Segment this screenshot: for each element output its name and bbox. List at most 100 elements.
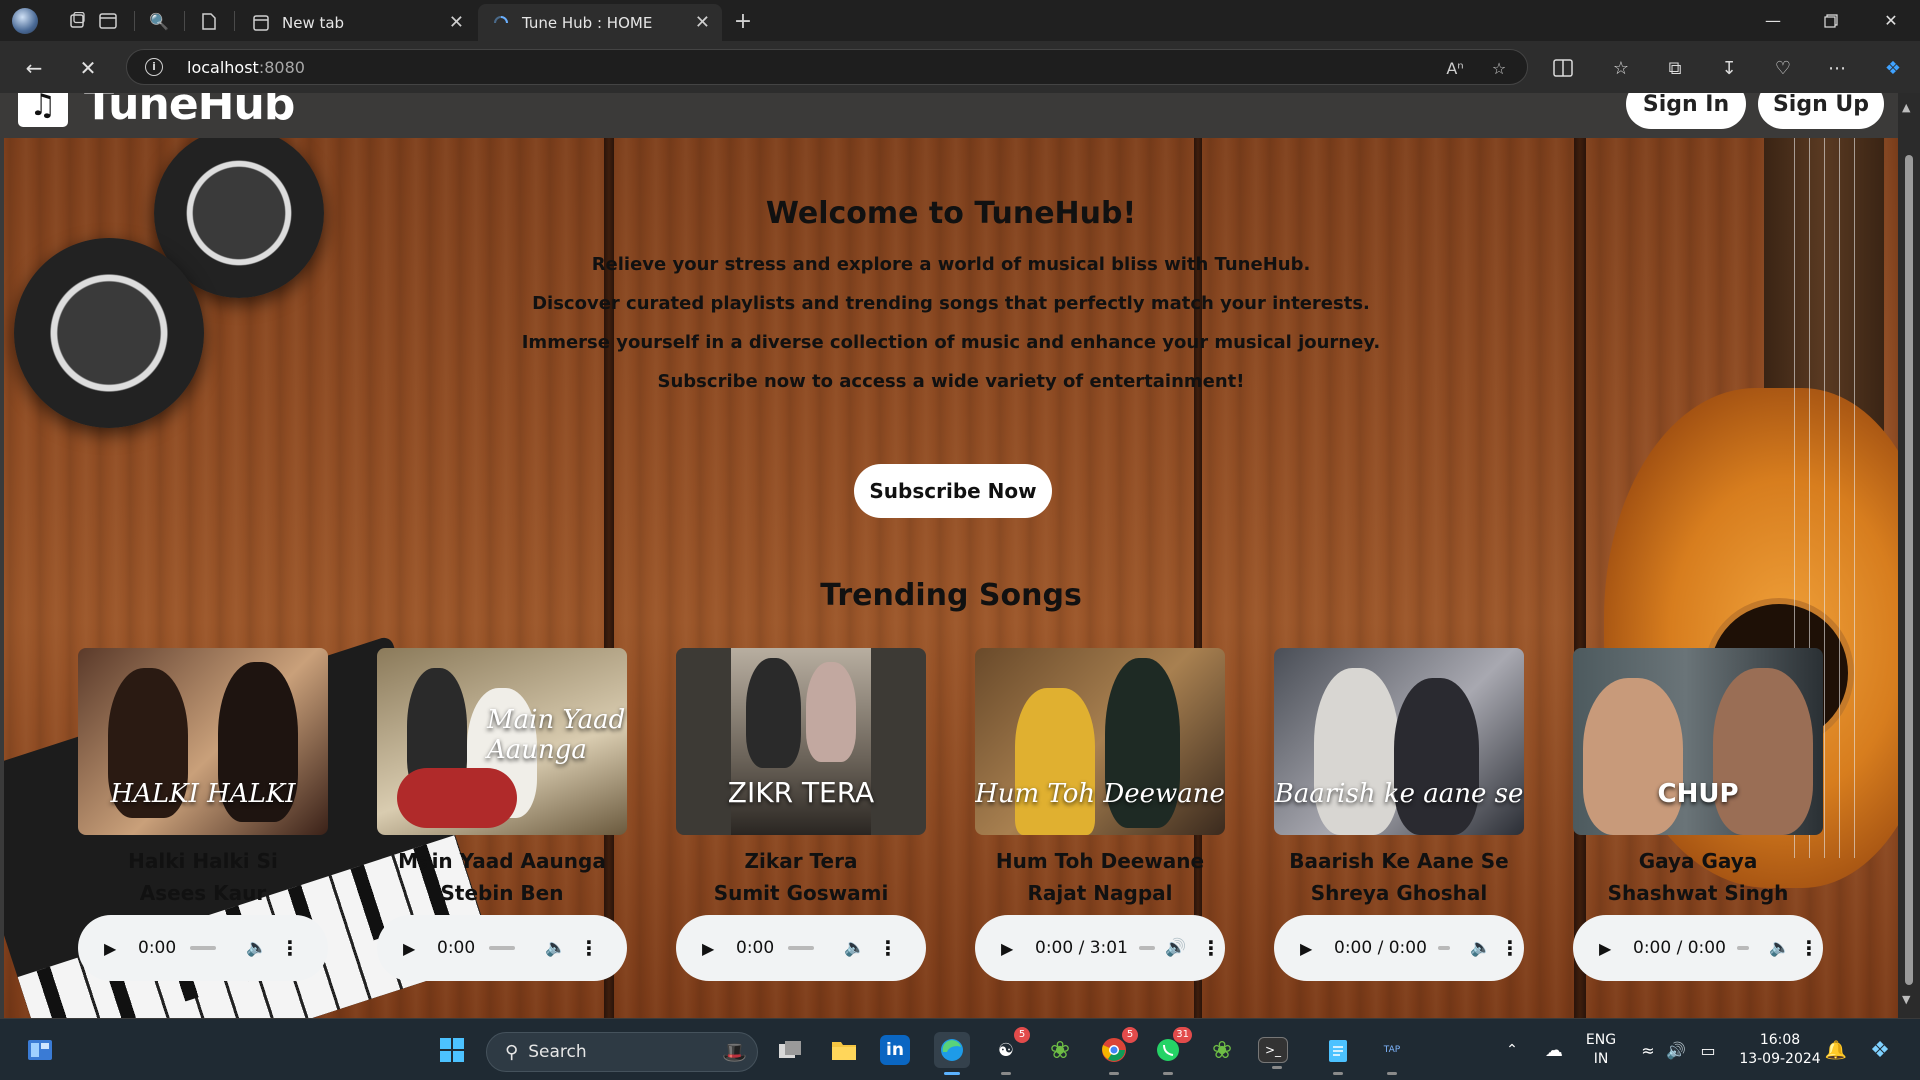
spring-tool-icon[interactable]: ❀ bbox=[1042, 1032, 1078, 1068]
subscribe-now-button[interactable]: Subscribe Now bbox=[854, 464, 1052, 518]
battery-icon[interactable]: ▭ bbox=[1690, 1032, 1726, 1068]
restore-button[interactable] bbox=[1802, 0, 1860, 41]
stop-loading-icon[interactable]: ✕ bbox=[72, 52, 104, 84]
cover-caption: Hum Toh Deewane bbox=[975, 779, 1225, 809]
show-hidden-icons-chevron-icon[interactable]: ⌃ bbox=[1494, 1032, 1530, 1068]
downloads-icon[interactable]: ↧ bbox=[1714, 53, 1744, 83]
collections-icon[interactable]: ⧉ bbox=[1660, 53, 1690, 83]
more-menu-icon[interactable]: ⋯ bbox=[1822, 53, 1852, 83]
volume-icon[interactable]: 🔈 bbox=[246, 938, 267, 958]
more-options-icon[interactable]: ⋮ bbox=[1201, 936, 1221, 960]
scrollbar-thumb[interactable] bbox=[1905, 155, 1913, 985]
language-indicator[interactable]: ENG IN bbox=[1584, 1031, 1618, 1069]
taskbar-search-label: Search bbox=[528, 1042, 587, 1062]
tab-new-tab[interactable]: New tab ✕ bbox=[238, 4, 476, 41]
whatsapp-icon[interactable]: 31 bbox=[1150, 1027, 1192, 1075]
progress-bar[interactable] bbox=[1438, 946, 1450, 950]
favorite-star-icon[interactable]: ☆ bbox=[1487, 56, 1511, 80]
file-explorer-icon[interactable] bbox=[826, 1032, 862, 1068]
progress-bar[interactable] bbox=[1737, 946, 1749, 950]
search-tab-icon[interactable]: 🔍 bbox=[146, 8, 172, 34]
cover-caption: Main Yaad Aaunga bbox=[487, 705, 626, 765]
sign-in-button[interactable]: Sign In bbox=[1626, 93, 1746, 129]
scroll-up-icon[interactable]: ▲ bbox=[1902, 101, 1910, 114]
vertical-tabs-icon[interactable] bbox=[95, 8, 121, 34]
close-tab-icon[interactable]: ✕ bbox=[695, 12, 710, 33]
site-logo[interactable]: TuneHub bbox=[84, 93, 295, 130]
player-time: 0:00 / 0:00 bbox=[1633, 938, 1726, 958]
player-time: 0:00 / 3:01 bbox=[1035, 938, 1128, 958]
favorites-icon[interactable]: ☆ bbox=[1606, 53, 1636, 83]
volume-icon[interactable]: 🔈 bbox=[545, 938, 566, 958]
play-icon[interactable]: ▶ bbox=[702, 939, 714, 958]
chrome-icon[interactable]: 5 bbox=[1096, 1027, 1138, 1075]
new-tab-plus-icon[interactable]: + bbox=[730, 8, 756, 34]
cover-caption: CHUP bbox=[1657, 779, 1739, 809]
more-options-icon[interactable]: ⋮ bbox=[1500, 936, 1520, 960]
close-window-button[interactable]: ✕ bbox=[1862, 0, 1920, 41]
volume-icon[interactable]: 🔈 bbox=[1470, 938, 1491, 958]
play-icon[interactable]: ▶ bbox=[1001, 939, 1013, 958]
terminal-icon[interactable]: >_ bbox=[1258, 1037, 1288, 1069]
read-aloud-icon[interactable]: Aⁿ bbox=[1443, 56, 1467, 80]
song-artist: Rajat Nagpal bbox=[1027, 881, 1173, 905]
more-options-icon[interactable]: ⋮ bbox=[579, 936, 599, 960]
volume-icon[interactable]: 🔊 bbox=[1165, 938, 1186, 958]
split-screen-icon[interactable] bbox=[1548, 53, 1578, 83]
more-options-icon[interactable]: ⋮ bbox=[280, 936, 300, 960]
browser-essentials-icon[interactable]: ♡ bbox=[1768, 53, 1798, 83]
minimize-button[interactable]: — bbox=[1744, 0, 1802, 41]
progress-bar[interactable] bbox=[489, 946, 515, 950]
linkedin-icon[interactable]: in bbox=[880, 1035, 910, 1065]
music-note-logo-icon: ♫ bbox=[18, 93, 68, 127]
github-copilot-icon[interactable]: ☯ 5 bbox=[988, 1027, 1030, 1075]
song-card: Baarish ke aane se Baarish Ke Aane Se Sh… bbox=[1274, 648, 1524, 981]
taskbar-search[interactable]: ⚲ Search 🎩 bbox=[486, 1032, 758, 1072]
volume-icon[interactable]: 🔈 bbox=[844, 938, 865, 958]
cover-caption: Baarish ke aane se bbox=[1274, 779, 1524, 809]
notification-bell-icon[interactable]: 🔔 bbox=[1818, 1032, 1854, 1068]
play-icon[interactable]: ▶ bbox=[104, 939, 116, 958]
song-cover-image: Main Yaad Aaunga bbox=[377, 648, 627, 835]
copilot-icon[interactable]: ❖ bbox=[1878, 53, 1908, 83]
tab-tune-hub[interactable]: Tune Hub : HOME ✕ bbox=[478, 4, 722, 41]
page-tab-icon[interactable] bbox=[196, 8, 222, 34]
tab-label: New tab bbox=[282, 13, 345, 32]
app-tap-icon[interactable]: TAP bbox=[1374, 1032, 1410, 1075]
play-icon[interactable]: ▶ bbox=[403, 939, 415, 958]
progress-bar[interactable] bbox=[190, 946, 216, 950]
audio-player: ▶ 0:00 🔈 ⋮ bbox=[377, 915, 627, 981]
volume-icon[interactable]: 🔈 bbox=[1769, 938, 1790, 958]
address-bar[interactable]: i localhost:8080 Aⁿ ☆ bbox=[126, 49, 1528, 85]
clock[interactable]: 16:08 13-09-2024 bbox=[1732, 1031, 1828, 1069]
windows-start-icon[interactable] bbox=[434, 1032, 470, 1068]
url-text[interactable]: localhost:8080 bbox=[187, 58, 305, 77]
progress-bar[interactable] bbox=[788, 946, 814, 950]
sign-up-button[interactable]: Sign Up bbox=[1758, 93, 1884, 129]
intro-line: Relieve your stress and explore a world … bbox=[591, 254, 1311, 275]
play-icon[interactable]: ▶ bbox=[1599, 939, 1611, 958]
song-cover-image: CHUP bbox=[1573, 648, 1823, 835]
progress-bar[interactable] bbox=[1139, 946, 1155, 950]
site-info-icon[interactable]: i bbox=[145, 58, 163, 76]
more-options-icon[interactable]: ⋮ bbox=[878, 936, 898, 960]
page-scrollbar[interactable]: ▲ ▼ bbox=[1898, 93, 1920, 1018]
profile-avatar[interactable] bbox=[12, 8, 38, 34]
copilot-taskbar-icon[interactable]: ❖ bbox=[1862, 1032, 1898, 1068]
widgets-icon[interactable] bbox=[22, 1032, 58, 1068]
workspaces-icon[interactable] bbox=[64, 8, 90, 34]
more-options-icon[interactable]: ⋮ bbox=[1799, 936, 1819, 960]
song-card: Main Yaad Aaunga Main Yaad Aaunga Stebin… bbox=[377, 648, 627, 981]
close-tab-icon[interactable]: ✕ bbox=[449, 12, 464, 33]
new-tab-icon bbox=[252, 14, 270, 32]
speaker-volume-icon[interactable]: 🔊 bbox=[1658, 1032, 1694, 1068]
task-view-icon[interactable] bbox=[772, 1032, 808, 1068]
spring-tool-2-icon[interactable]: ❀ bbox=[1204, 1032, 1240, 1068]
audio-player: ▶ 0:00 🔈 ⋮ bbox=[676, 915, 926, 981]
play-icon[interactable]: ▶ bbox=[1300, 939, 1312, 958]
notepad-icon[interactable] bbox=[1320, 1032, 1356, 1075]
edge-browser-icon[interactable] bbox=[934, 1032, 970, 1075]
onedrive-cloud-icon[interactable]: ☁ bbox=[1536, 1032, 1572, 1068]
back-arrow-icon[interactable]: ← bbox=[18, 52, 50, 84]
scroll-down-icon[interactable]: ▼ bbox=[1902, 993, 1910, 1006]
